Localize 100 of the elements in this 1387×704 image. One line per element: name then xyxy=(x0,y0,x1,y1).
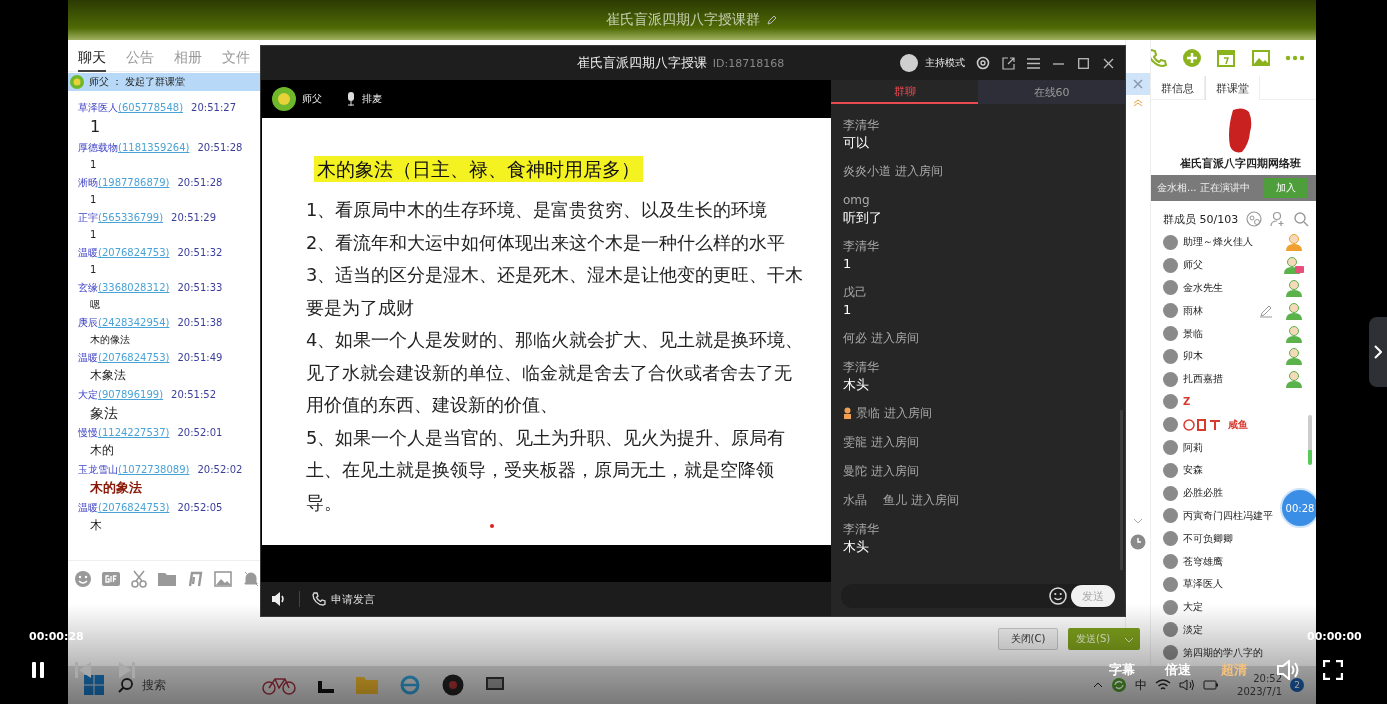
notification-badge[interactable]: 2 xyxy=(1290,678,1304,692)
skip-forward-icon[interactable] xyxy=(119,662,135,678)
member-row[interactable]: 雨林 xyxy=(1151,299,1316,323)
member-row[interactable]: 金水先生 xyxy=(1151,276,1316,300)
avatar-circle xyxy=(1163,599,1178,615)
member-row[interactable]: 必胜必胜 xyxy=(1151,481,1228,505)
sender-id-link[interactable]: (2428342954) xyxy=(98,317,170,328)
chat-tab[interactable]: 在线60 xyxy=(978,80,1125,104)
message-text: 木头 xyxy=(843,538,870,556)
clock-icon[interactable] xyxy=(1130,534,1146,550)
skip-back-icon[interactable] xyxy=(75,662,91,678)
member-row[interactable]: 大定 xyxy=(1151,595,1208,619)
muted-bell-icon[interactable] xyxy=(242,569,260,588)
member-row[interactable]: 阿莉 xyxy=(1151,436,1208,459)
disc-icon[interactable] xyxy=(442,674,464,696)
sender-id-link[interactable]: (2076824753) xyxy=(98,247,170,258)
search-icon[interactable] xyxy=(1294,211,1310,227)
member-row[interactable]: 草泽医人 xyxy=(1151,572,1228,596)
sender-name: 李清华 xyxy=(843,521,880,537)
bicycle-icon[interactable] xyxy=(262,675,296,695)
monitor-icon[interactable] xyxy=(486,677,504,693)
member-row[interactable]: 安森 xyxy=(1151,458,1208,482)
settings-icon[interactable] xyxy=(976,56,990,70)
message-text: 可以 xyxy=(843,134,870,152)
image-icon[interactable] xyxy=(1249,47,1272,69)
member-row[interactable]: 不可负卿卿 xyxy=(1151,527,1238,551)
battery-icon[interactable] xyxy=(1203,679,1220,691)
pencil-icon[interactable] xyxy=(1259,303,1273,318)
edit-icon[interactable] xyxy=(766,14,778,26)
request-speak-button[interactable]: 申请发言 xyxy=(312,591,375,607)
wifi-icon[interactable] xyxy=(1155,679,1172,691)
fullscreen-icon[interactable] xyxy=(1323,660,1343,680)
message-text: 1 xyxy=(89,158,97,172)
join-button[interactable]: 加入 xyxy=(1264,178,1308,198)
maximize-icon[interactable] xyxy=(1076,56,1090,70)
chat-tab[interactable]: 文件 xyxy=(222,46,250,72)
image-icon[interactable] xyxy=(214,569,232,588)
sender-id-link[interactable]: (2076824753) xyxy=(98,352,170,363)
queue-label[interactable]: 排麦 xyxy=(362,92,382,106)
message-time: 20:51:28 xyxy=(197,142,243,153)
menu-icon[interactable] xyxy=(1026,56,1040,70)
gif-icon[interactable] xyxy=(102,569,120,588)
double-chevron-icon[interactable] xyxy=(1133,99,1143,107)
member-row[interactable]: Z xyxy=(1151,390,1196,414)
browser-icon[interactable] xyxy=(400,675,420,695)
player-option[interactable]: 字幕 xyxy=(1109,661,1135,679)
sync-icon[interactable] xyxy=(1111,677,1128,693)
sender-id-link[interactable]: (2076824753) xyxy=(98,502,170,513)
speaker-status: 金水相... 正在演讲中 xyxy=(1157,181,1250,195)
member-row[interactable]: 助理～烽火佳人 xyxy=(1151,231,1316,254)
sender-id-link[interactable]: (1181359264) xyxy=(118,142,190,153)
scissors-icon[interactable] xyxy=(130,569,148,588)
microphone-icon[interactable] xyxy=(346,92,356,106)
close-button[interactable]: 关闭(C) xyxy=(998,628,1058,650)
clock-time[interactable]: 20:52 xyxy=(1253,672,1282,685)
volume-icon[interactable] xyxy=(1179,679,1196,691)
timer-bubble[interactable]: 00:28 xyxy=(1280,488,1316,528)
slide-text: 1、看原局中木的生存环境、是富贵贫穷、以及生长的环境 xyxy=(306,198,769,222)
emoji-icon[interactable] xyxy=(1049,587,1067,605)
sender-id-link[interactable]: (1124227537) xyxy=(98,427,170,438)
taskbar-search[interactable]: 搜索 xyxy=(118,676,218,694)
sender-id-link[interactable]: (605778548) xyxy=(118,102,184,113)
sender-id-link[interactable]: (565336799) xyxy=(98,212,164,223)
member-row[interactable]: 师父 xyxy=(1151,253,1316,277)
sender-id-link[interactable]: (1987786879) xyxy=(98,177,170,188)
windows-logo-icon[interactable] xyxy=(84,675,104,695)
calendar-icon[interactable] xyxy=(1215,47,1237,69)
close-icon[interactable] xyxy=(1101,56,1115,70)
member-row[interactable]: 景临 xyxy=(1151,322,1316,345)
clock-date[interactable]: 2023/7/1 xyxy=(1237,685,1282,698)
pause-icon[interactable] xyxy=(31,661,45,679)
chevron-down-icon[interactable] xyxy=(1133,518,1143,524)
music-note-icon[interactable] xyxy=(186,569,204,588)
add-icon[interactable] xyxy=(1180,47,1203,69)
close-icon[interactable] xyxy=(1125,73,1151,95)
speaker-icon[interactable] xyxy=(271,592,287,606)
member-row[interactable]: 咸鱼 xyxy=(1151,413,1253,437)
member-row[interactable]: 卯木 xyxy=(1151,345,1316,368)
caret-up-icon[interactable] xyxy=(1093,682,1104,688)
send-button[interactable]: 发送(S) xyxy=(1068,628,1140,650)
folder-icon[interactable] xyxy=(356,676,378,694)
member-row[interactable]: 苍穹雄鹰 xyxy=(1151,550,1228,573)
input-method[interactable]: 中 xyxy=(1135,676,1148,694)
message-time: 20:51:28 xyxy=(177,177,223,188)
side-tab[interactable]: 群课堂 xyxy=(1205,76,1260,100)
player-option[interactable]: 倍速 xyxy=(1165,661,1191,679)
message-time: 20:51:32 xyxy=(177,247,223,258)
side-panel-handle[interactable] xyxy=(1369,317,1387,387)
sender-id-link[interactable]: (907896199) xyxy=(98,389,164,400)
group-icon[interactable] xyxy=(1246,211,1263,227)
chat-tab[interactable]: 相册 xyxy=(174,46,202,72)
member-row[interactable]: 淡定 xyxy=(1151,618,1208,642)
add-person-icon[interactable] xyxy=(1270,211,1287,227)
sender-id-link[interactable]: (3368028312) xyxy=(98,282,170,293)
member-row[interactable]: 丙寅奇门四柱冯建平 xyxy=(1151,504,1278,528)
pop-out-icon[interactable] xyxy=(1001,56,1015,70)
sender-id-link[interactable]: (1072738089) xyxy=(118,464,190,475)
chat-tab[interactable]: 公告 xyxy=(126,46,154,72)
scrollbar[interactable] xyxy=(1308,415,1312,465)
member-row[interactable]: 扎西嘉措 xyxy=(1151,367,1316,391)
